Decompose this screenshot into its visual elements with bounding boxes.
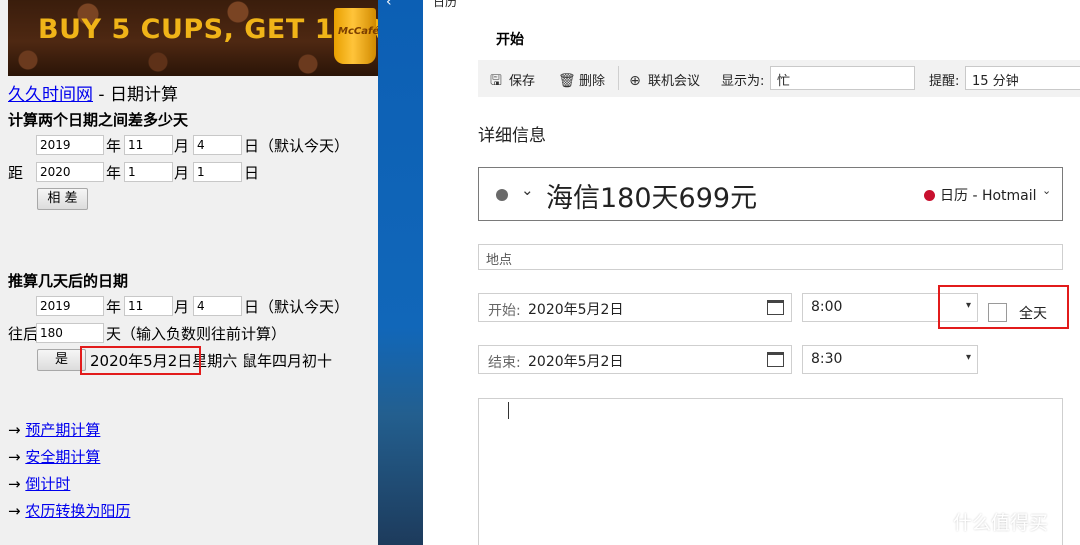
show-as-select[interactable]: 忙 — [770, 66, 915, 90]
app-title: 日历 — [433, 0, 458, 9]
diff-end-day-input[interactable] — [193, 162, 242, 182]
year-label: 年 — [106, 137, 122, 155]
lunar-to-solar-link[interactable]: 农历转换为阳历 — [25, 502, 130, 520]
end-date-value: 2020年5月2日 — [528, 354, 624, 370]
chevron-down-icon[interactable]: ⌄ — [1042, 184, 1051, 197]
diff-start-year-input[interactable] — [36, 135, 104, 155]
trash-icon: 🗑 — [558, 73, 576, 89]
days-after-prefix: 往后 — [8, 325, 39, 343]
diff-start-month-input[interactable] — [124, 135, 173, 155]
reminder-select[interactable]: 15 分钟 — [965, 66, 1080, 90]
month-label: 月 — [174, 298, 190, 316]
mccafe-logo: McCafé — [338, 26, 378, 37]
arrow-icon: → — [8, 475, 21, 493]
save-label: 保存 — [509, 74, 536, 89]
status-dot-icon[interactable] — [496, 189, 508, 201]
calendar-event-window: 日历 开始 🖫 保存 🗑 删除 ⊕ 联机会议 显示为: 忙 提醒: 15 分钟 详细信… — [423, 0, 1080, 545]
date-calculator-page: BUY 5 CUPS, GET 1 FREE McCafé 久久时间网 - 日期… — [0, 0, 378, 545]
year-label: 年 — [106, 298, 122, 316]
arrow-icon: → — [8, 502, 21, 520]
start-time-value: 8:00 — [811, 299, 843, 315]
watermark-logo-icon: 值 — [913, 504, 944, 535]
due-date-link[interactable]: 预产期计算 — [25, 421, 100, 439]
month-label: 月 — [174, 137, 190, 155]
arrow-icon: → — [8, 448, 21, 466]
days-offset-input[interactable] — [36, 323, 104, 343]
event-title-box: ⌄ 海信180天699元 日历 - Hotmail ⌄ — [478, 167, 1063, 221]
calendar-icon[interactable] — [767, 300, 784, 315]
page-title-suffix: - 日期计算 — [93, 85, 178, 105]
start-date-field[interactable]: 开始: 2020年5月2日 — [478, 293, 792, 322]
watermark: 值 什么值得买 — [913, 503, 1080, 537]
add-days-section-title: 推算几天后的日期 — [8, 272, 129, 290]
site-link[interactable]: 久久时间网 — [8, 85, 93, 105]
banner-text: BUY 5 CUPS, GET 1 FREE — [38, 14, 378, 45]
text-caret — [508, 402, 509, 419]
save-button[interactable]: 🖫 保存 — [488, 70, 535, 94]
promo-banner[interactable]: BUY 5 CUPS, GET 1 FREE McCafé — [8, 0, 378, 76]
calculate-difference-button[interactable]: 相 差 — [37, 188, 88, 210]
end-time-value: 8:30 — [811, 351, 843, 367]
online-meeting-button[interactable]: ⊕ 联机会议 — [627, 70, 700, 89]
month-label: 月 — [174, 164, 190, 182]
watermark-text: 什么值得买 — [953, 512, 1049, 534]
calculate-date-button[interactable]: 是 — [37, 349, 86, 371]
delete-label: 删除 — [579, 74, 606, 89]
diff-end-year-input[interactable] — [36, 162, 104, 182]
distance-prefix: 距 — [8, 164, 24, 182]
day-label-default-today: 日（默认今天） — [244, 298, 350, 316]
online-meeting-label: 联机会议 — [648, 74, 701, 89]
link-countdown: → 倒计时 — [8, 473, 70, 494]
calendar-selector[interactable]: 日历 - Hotmail — [940, 185, 1037, 205]
end-label: 结束: — [488, 355, 521, 371]
event-toolbar: 🖫 保存 🗑 删除 ⊕ 联机会议 显示为: 忙 提醒: 15 分钟 — [478, 60, 1080, 97]
days-suffix-note: 天（输入负数则往前计算） — [106, 325, 287, 343]
countdown-link[interactable]: 倒计时 — [25, 475, 70, 493]
back-arrow-icon[interactable]: ‹ — [386, 0, 392, 10]
start-date-value: 2020年5月2日 — [528, 302, 624, 318]
delete-button[interactable]: 🗑 删除 — [558, 70, 605, 89]
reminder-label: 提醒: — [929, 74, 960, 89]
link-safe-period: → 安全期计算 — [8, 446, 100, 467]
add-start-year-input[interactable] — [36, 296, 104, 316]
year-label: 年 — [106, 164, 122, 182]
day-label: 日 — [244, 164, 260, 182]
details-heading: 详细信息 — [478, 126, 546, 146]
calendar-icon[interactable] — [767, 352, 784, 367]
end-date-field[interactable]: 结束: 2020年5月2日 — [478, 345, 792, 374]
calendar-color-dot — [924, 190, 935, 201]
link-lunar-convert: → 农历转换为阳历 — [8, 500, 130, 521]
coffee-cup-icon: McCafé — [334, 8, 378, 64]
diff-section-title: 计算两个日期之间差多少天 — [8, 111, 189, 129]
globe-icon: ⊕ — [629, 73, 641, 89]
chevron-down-icon[interactable]: ⌄ — [521, 181, 534, 199]
result-highlight-box — [80, 346, 201, 375]
start-label: 开始: — [488, 303, 521, 319]
event-title-input[interactable]: 海信180天699元 — [546, 176, 757, 215]
add-start-month-input[interactable] — [124, 296, 173, 316]
safe-period-link[interactable]: 安全期计算 — [25, 448, 100, 466]
location-input[interactable]: 地点 — [478, 244, 1063, 270]
diff-end-month-input[interactable] — [124, 162, 173, 182]
add-start-day-input[interactable] — [193, 296, 242, 316]
tab-start[interactable]: 开始 — [496, 29, 524, 49]
day-label-default-today: 日（默认今天） — [244, 137, 350, 155]
link-due-date: → 预产期计算 — [8, 419, 100, 440]
show-as-label: 显示为: — [721, 74, 765, 89]
start-date-highlight-box — [938, 285, 1069, 329]
desktop-background: ‹ — [378, 0, 423, 545]
diff-start-day-input[interactable] — [193, 135, 242, 155]
end-time-select[interactable]: 8:30 ▾ — [802, 345, 978, 374]
save-icon: 🖫 — [490, 73, 502, 89]
arrow-icon: → — [8, 421, 21, 439]
chevron-down-icon: ▾ — [965, 352, 971, 363]
page-title: 久久时间网 - 日期计算 — [8, 80, 178, 105]
toolbar-divider — [618, 66, 619, 90]
